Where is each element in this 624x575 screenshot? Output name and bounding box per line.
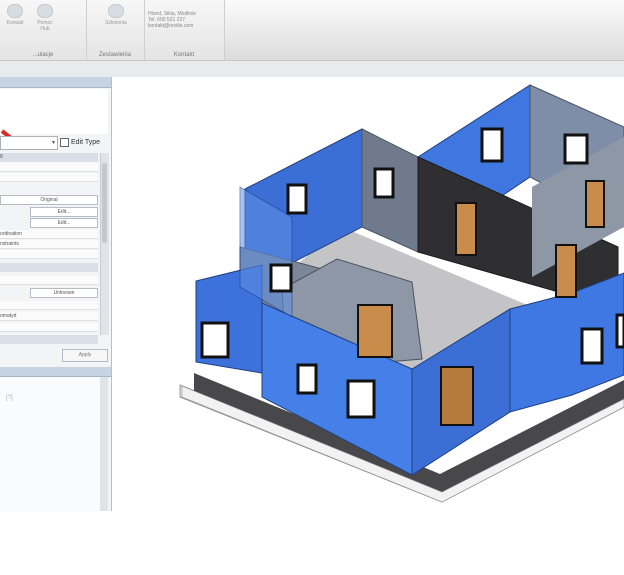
type-preview [0, 89, 108, 134]
ribbon-group-links: Kontakt Pomoc Hub ...ulacje [0, 0, 87, 60]
property-row: ordination [0, 230, 98, 239]
property-row [0, 323, 98, 332]
property-row: omatyd [0, 312, 98, 321]
ribbon-group-label: ...ulacje [32, 52, 54, 58]
window [615, 313, 624, 349]
chevron-down-icon: ▾ [51, 140, 55, 146]
help-hub-button[interactable]: Pomoc Hub [32, 4, 58, 32]
project-browser-scrollbar[interactable] [100, 377, 108, 511]
property-row [0, 173, 98, 182]
ribbon-group-contact: Hlond, Sikla, Modlinie Tel. 600 521 237 … [144, 0, 225, 60]
window [563, 133, 589, 165]
window [286, 183, 308, 215]
edit-button-1[interactable]: Edit... [30, 207, 98, 217]
house-3d-model [179, 84, 624, 503]
window [269, 263, 293, 293]
ribbon-empty-area [225, 0, 624, 60]
property-value-original[interactable]: Original [0, 195, 98, 205]
property-row [0, 301, 98, 310]
edit-type-icon [60, 137, 69, 147]
trainings-button[interactable]: Szkolenia [102, 4, 130, 26]
door [585, 180, 605, 228]
window [200, 321, 230, 359]
property-row [0, 250, 98, 259]
edit-button-2[interactable]: Edit... [30, 218, 98, 228]
ribbon-toolbar: Kontakt Pomoc Hub ...ulacje Szkolenia Ze… [0, 0, 624, 61]
contact-email[interactable]: kontakt@revitle.com [148, 23, 220, 29]
properties-header [0, 77, 111, 88]
scrollbar-thumb[interactable] [102, 163, 107, 243]
ribbon-group-label: Zestawienia [98, 52, 131, 58]
window [480, 127, 504, 163]
edit-type-button[interactable]: Edit Type [60, 136, 108, 148]
document-icon [108, 4, 124, 18]
property-row [0, 335, 98, 344]
ribbon-group-label: Kontakt [173, 52, 195, 58]
window [296, 363, 318, 395]
project-browser-header [0, 367, 111, 377]
window [580, 327, 604, 365]
properties-palette: ▾ Edit Type 8 Original Edit... Edit... o… [0, 77, 112, 511]
property-row [0, 163, 98, 172]
door [455, 202, 477, 256]
properties-scrollbar-2[interactable] [100, 275, 109, 335]
door [440, 366, 474, 426]
contact-info: Hlond, Sikla, Modlinie Tel. 600 521 237 … [148, 11, 220, 29]
property-row: 8 [0, 153, 98, 162]
blank-area [0, 511, 624, 575]
property-row [0, 276, 98, 285]
view-tabs-bar [0, 61, 624, 77]
window [346, 379, 376, 419]
browser-tree-item[interactable]: [?] [6, 395, 13, 401]
ribbon-group-schedules: Szkolenia Zestawienia [86, 0, 145, 60]
unknown-value[interactable]: Unknown [30, 288, 98, 298]
property-row [0, 263, 98, 272]
apply-button[interactable]: Apply [62, 349, 108, 362]
contact-button[interactable]: Kontakt [2, 4, 28, 26]
window [373, 167, 395, 199]
type-selector[interactable]: ▾ [0, 136, 58, 150]
envelope-icon [7, 4, 23, 18]
door [357, 304, 393, 358]
3d-view-canvas[interactable] [112, 77, 624, 511]
door [555, 244, 577, 298]
project-browser: [?] [0, 377, 100, 511]
chat-bubble-icon [37, 4, 53, 18]
property-row: nstraints [0, 240, 98, 249]
